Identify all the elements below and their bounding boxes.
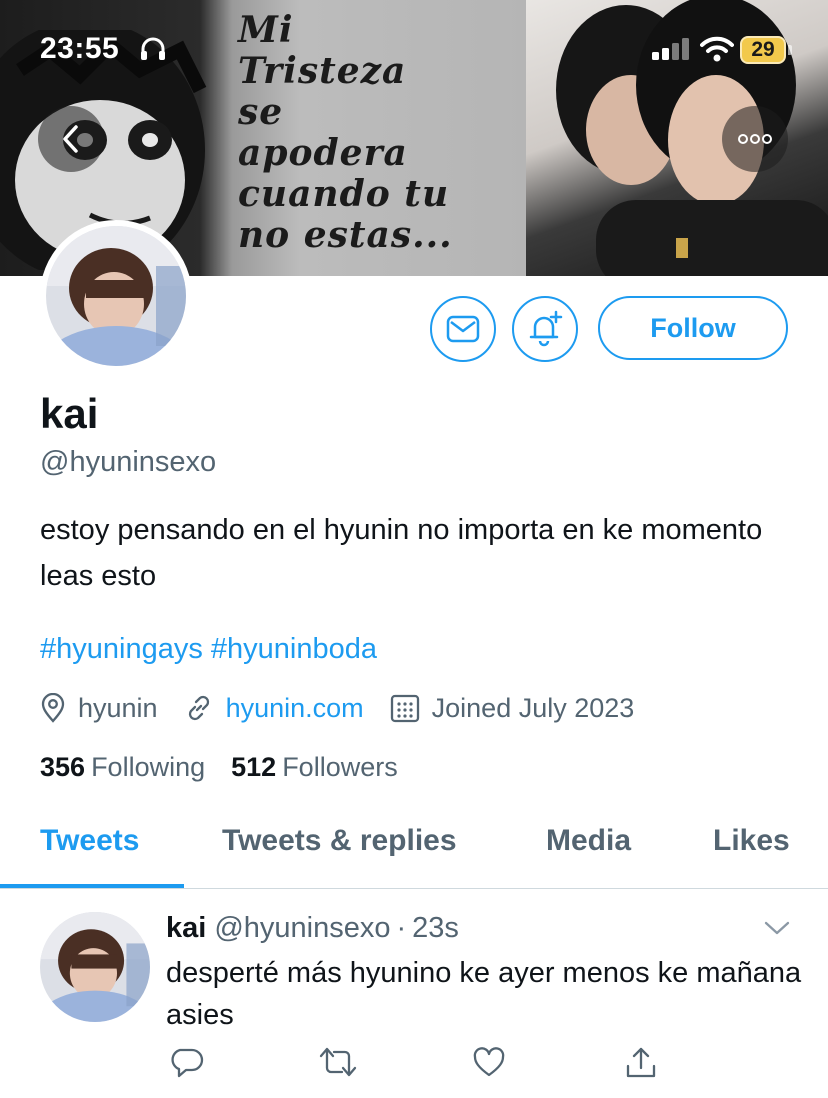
website-link[interactable]: hyunin.com — [226, 693, 364, 724]
tweet-item[interactable]: kai @hyuninsexo · 23s desperté más hyuni… — [0, 890, 828, 1098]
more-horizontal-icon — [738, 134, 772, 144]
tweet-actions — [166, 1046, 666, 1086]
tweet-header: kai @hyuninsexo · 23s — [166, 912, 459, 945]
status-time: 23:55 — [40, 32, 120, 65]
profile-bio-hashtags: #hyuningays #hyuninboda — [40, 633, 377, 666]
tweet-avatar[interactable] — [40, 912, 150, 1022]
profile-joined: Joined July 2023 — [390, 692, 635, 724]
wifi-icon — [700, 36, 734, 62]
profile-website[interactable]: hyunin.com — [184, 693, 364, 724]
banner-quote-line: Mi — [238, 9, 294, 51]
profile-display-name: kai — [40, 390, 99, 437]
reply-icon[interactable] — [170, 1046, 204, 1078]
following-label: Following — [91, 752, 206, 782]
battery-level: 29 — [751, 38, 775, 61]
followers-stat[interactable]: 512 Followers — [231, 752, 398, 783]
mail-icon — [446, 315, 480, 343]
following-count: 356 — [40, 752, 86, 782]
location-pin-icon — [41, 693, 65, 723]
notifications-button[interactable] — [512, 296, 578, 362]
location-text: hyunin — [78, 692, 158, 723]
avatar-photo — [46, 226, 186, 366]
profile-location: hyunin — [40, 693, 158, 724]
banner-quote-line: no estas... — [238, 214, 453, 256]
bell-plus-icon — [529, 310, 563, 347]
banner-quote-text: Mi Tristeza se apodera cuando tu no esta… — [238, 10, 528, 256]
followers-count: 512 — [231, 752, 277, 782]
banner-quote-line: se — [238, 91, 284, 133]
tweet-timestamp[interactable]: 23s — [412, 912, 459, 945]
profile-handle: @hyuninsexo — [40, 446, 217, 478]
back-button[interactable] — [38, 106, 104, 172]
avatar-photo — [40, 912, 150, 1022]
calendar-icon — [390, 694, 419, 723]
tweet-separator: · — [396, 912, 407, 944]
tab-tweets[interactable]: Tweets — [40, 824, 139, 858]
tweet-author-handle[interactable]: @hyuninsexo — [214, 912, 390, 945]
battery-indicator: 29 — [740, 36, 792, 64]
hashtag-link[interactable]: #hyuningays — [40, 633, 203, 665]
heart-icon[interactable] — [472, 1046, 506, 1078]
chevron-down-icon[interactable] — [764, 920, 790, 936]
profile-avatar[interactable] — [40, 220, 192, 372]
share-icon[interactable] — [624, 1046, 658, 1080]
battery-tip — [788, 45, 792, 55]
profile-meta: hyunin hyunin.com Joined July 2023 — [40, 690, 660, 726]
chevron-left-icon — [63, 125, 78, 153]
tweet-author-name[interactable]: kai — [166, 912, 206, 945]
banner-quote-line: Tristeza — [238, 50, 407, 92]
retweet-icon[interactable] — [318, 1046, 358, 1078]
followers-label: Followers — [282, 752, 398, 782]
cellular-signal-icon — [652, 38, 689, 60]
tab-tweets-replies[interactable]: Tweets & replies — [222, 824, 457, 858]
hashtag-link[interactable]: #hyuninboda — [211, 633, 377, 665]
tab-media[interactable]: Media — [546, 824, 631, 858]
profile-bio: estoy pensando en el hyunin no importa e… — [40, 514, 763, 592]
tab-likes[interactable]: Likes — [713, 824, 790, 858]
profile-tabs: Tweets Tweets & replies Media Likes — [0, 800, 828, 889]
joined-text: Joined July 2023 — [431, 692, 635, 723]
banner-quote-line: apodera — [238, 132, 408, 174]
follow-stats: 356 Following 512 Followers — [40, 752, 424, 783]
banner-quote-line: cuando tu — [238, 173, 450, 215]
active-tab-indicator — [0, 884, 184, 888]
message-button[interactable] — [430, 296, 496, 362]
headphones-icon — [141, 37, 165, 60]
link-icon — [188, 695, 209, 721]
follow-button[interactable]: Follow — [598, 296, 788, 360]
following-stat[interactable]: 356 Following — [40, 752, 205, 783]
tweet-text: desperté más hyunino ke ayer menos ke ma… — [166, 957, 802, 1031]
more-options-button[interactable] — [722, 106, 788, 172]
